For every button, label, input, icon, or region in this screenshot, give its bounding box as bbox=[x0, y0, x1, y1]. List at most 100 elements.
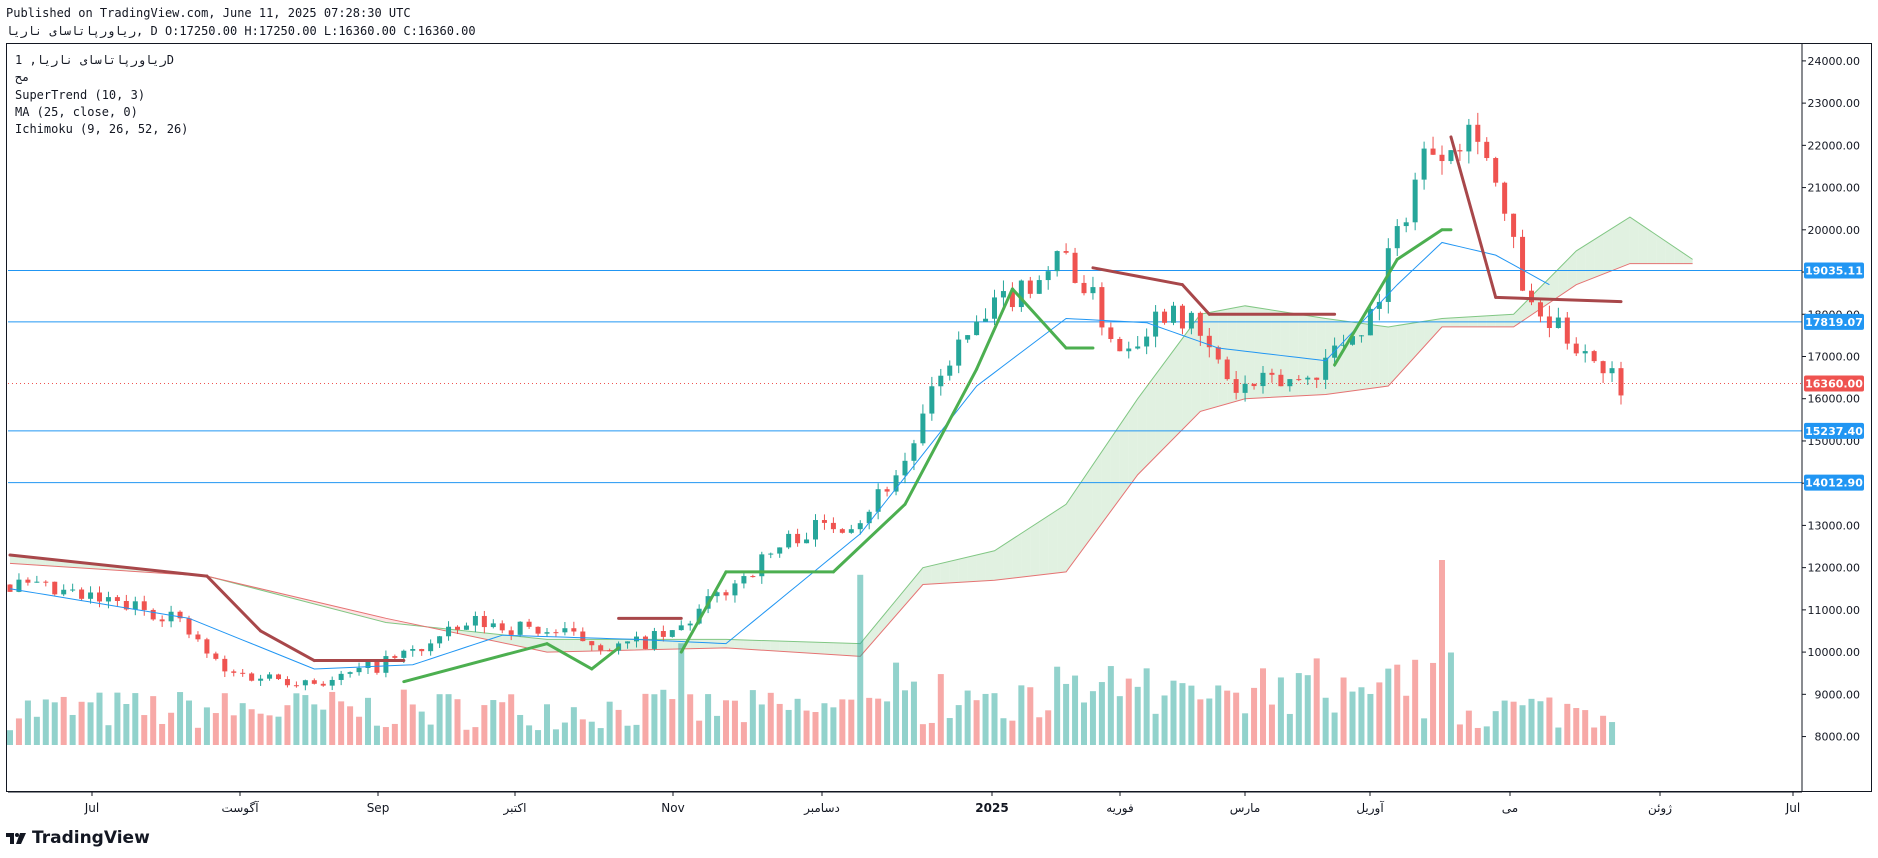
volume-bar bbox=[60, 696, 67, 745]
y-tick-label: 24000.00 bbox=[1808, 55, 1861, 68]
ichimoku-cloud-segment bbox=[922, 565, 932, 585]
candle-body bbox=[1000, 291, 1006, 298]
volume-bar bbox=[1233, 692, 1240, 745]
volume-bar bbox=[15, 718, 22, 745]
candle-body bbox=[481, 615, 487, 628]
candle-body bbox=[1502, 182, 1508, 214]
volume-bar bbox=[1439, 560, 1445, 745]
candle-body bbox=[1224, 359, 1230, 380]
ichimoku-cloud-segment bbox=[1379, 325, 1389, 388]
price-chart[interactable]: 24000.00 23000.00 22000.00 21000.00 20000.00… bbox=[0, 0, 1878, 858]
volume-bar bbox=[212, 713, 219, 745]
volume-bar bbox=[973, 700, 980, 745]
candle-body bbox=[401, 650, 407, 658]
ichimoku-cloud-segment bbox=[1021, 527, 1031, 578]
volume-bar bbox=[427, 724, 434, 745]
volume-bar bbox=[1098, 682, 1105, 745]
ichimoku-cloud-segment bbox=[842, 643, 852, 656]
candle-body bbox=[1537, 302, 1543, 317]
volume-bar bbox=[776, 703, 783, 745]
x-tick-label: Jul bbox=[1785, 801, 1800, 815]
candle-body bbox=[383, 656, 389, 673]
candle-body bbox=[786, 533, 792, 548]
volume-bar bbox=[866, 697, 873, 745]
candle-body bbox=[1045, 271, 1051, 281]
candle-body bbox=[1466, 124, 1472, 152]
candle-body bbox=[1162, 311, 1168, 323]
volume-bar bbox=[1027, 687, 1034, 745]
x-tick-label: Jul bbox=[84, 801, 99, 815]
legend-ichimoku[interactable]: Ichimoku (9, 26, 52, 26) bbox=[15, 122, 188, 136]
volume-bar bbox=[373, 725, 380, 745]
volume-bar bbox=[1072, 675, 1079, 745]
ichimoku-cloud-segment bbox=[743, 639, 753, 650]
volume-bar bbox=[1430, 662, 1437, 745]
candle-body bbox=[938, 375, 944, 387]
volume-bar bbox=[1009, 720, 1016, 745]
volume-bar bbox=[1358, 687, 1365, 745]
legend-supertrend[interactable]: SuperTrend (10, 3) bbox=[15, 88, 145, 102]
candle-body bbox=[43, 581, 49, 583]
volume-bar bbox=[266, 715, 273, 745]
volume-bar bbox=[239, 703, 246, 745]
volume-bar bbox=[1251, 687, 1258, 745]
candle-body bbox=[839, 529, 845, 533]
candle-body bbox=[88, 592, 94, 599]
volume-bar bbox=[678, 643, 685, 745]
candle-body bbox=[204, 639, 210, 654]
candle-body bbox=[472, 615, 478, 626]
volume-bar bbox=[570, 707, 577, 745]
volume-bar bbox=[660, 689, 667, 745]
candle-body bbox=[1555, 317, 1561, 329]
candle-body bbox=[804, 539, 810, 544]
volume-bar bbox=[1609, 722, 1616, 745]
volume-bar bbox=[1510, 701, 1517, 745]
volume-bar bbox=[1197, 699, 1204, 745]
candle-body bbox=[1314, 377, 1320, 380]
candle-body bbox=[983, 318, 989, 322]
volume-bar bbox=[821, 703, 828, 745]
ichimoku-cloud-segment bbox=[985, 550, 995, 581]
volume-bar bbox=[1268, 704, 1275, 745]
candle-body bbox=[455, 626, 460, 630]
candle-body bbox=[150, 609, 156, 620]
volume-bar bbox=[391, 723, 398, 745]
ichimoku-cloud-segment bbox=[1075, 477, 1084, 560]
y-tick-label: 10000.00 bbox=[1808, 646, 1861, 659]
candle-body bbox=[687, 623, 693, 626]
ichimoku-cloud-segment bbox=[770, 640, 780, 652]
volume-bar bbox=[42, 699, 49, 745]
volume-bar bbox=[1107, 666, 1114, 745]
volume-bar bbox=[1501, 700, 1508, 745]
candle-body bbox=[1126, 348, 1132, 352]
volume-bar bbox=[696, 720, 703, 745]
candle-body bbox=[1251, 383, 1257, 387]
volume-bar bbox=[1600, 715, 1607, 745]
volume-bar bbox=[24, 700, 31, 745]
ichimoku-cloud-segment bbox=[1003, 539, 1013, 580]
volume-bar bbox=[928, 722, 935, 745]
volume-bar bbox=[1519, 705, 1526, 745]
volume-bar bbox=[320, 709, 327, 745]
volume-bar bbox=[329, 691, 336, 745]
candle-body bbox=[79, 589, 85, 599]
candle-body bbox=[508, 630, 514, 635]
ichimoku-cloud-segment bbox=[869, 621, 879, 647]
ichimoku-cloud-segment bbox=[1209, 310, 1219, 409]
volume-bar bbox=[1188, 685, 1195, 745]
legend-ma[interactable]: MA (25, close, 0) bbox=[15, 105, 138, 119]
volume-bar bbox=[857, 574, 864, 745]
volume-bar bbox=[1206, 698, 1213, 745]
volume-bar bbox=[633, 724, 640, 745]
volume-bar bbox=[1045, 710, 1052, 745]
candle-body bbox=[428, 643, 434, 652]
volume-bar bbox=[910, 681, 917, 745]
candle-body bbox=[52, 581, 58, 595]
tradingview-brand[interactable]: TradingView bbox=[6, 828, 150, 848]
volume-bar bbox=[338, 701, 345, 745]
candle-body bbox=[866, 511, 872, 524]
candle-body bbox=[535, 626, 541, 634]
candle-body bbox=[392, 656, 398, 658]
x-tick-label: فوریه bbox=[1106, 801, 1134, 816]
volume-bar bbox=[830, 707, 837, 745]
